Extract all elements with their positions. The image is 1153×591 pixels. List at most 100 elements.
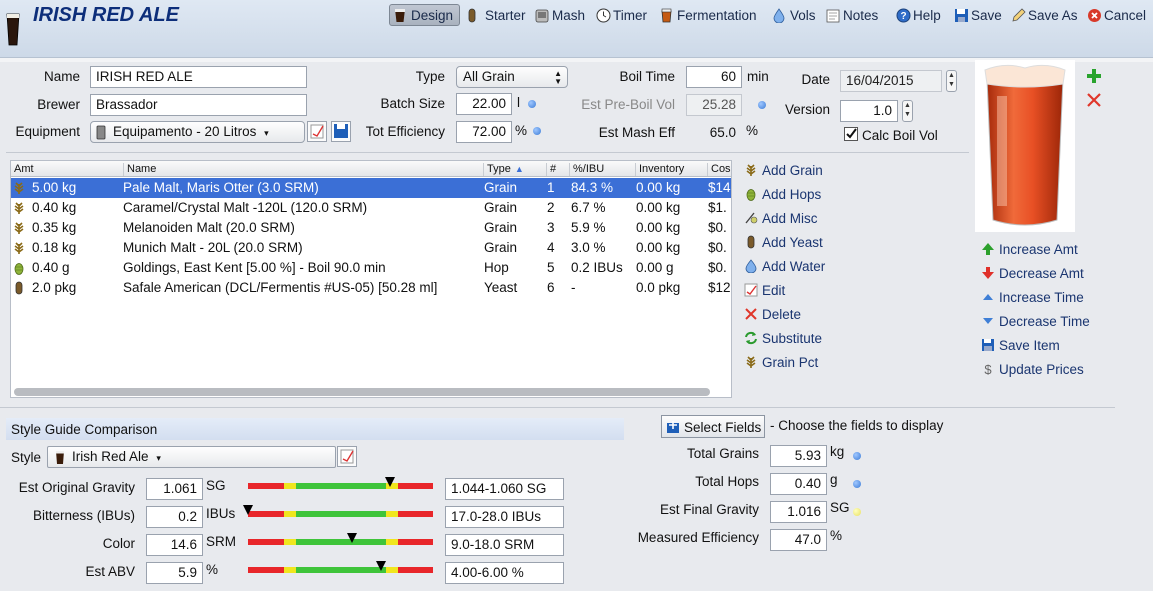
save-icon — [954, 8, 968, 23]
date-stepper[interactable]: ▲ ▼ — [946, 70, 957, 92]
row-inventory: 0.00 kg — [636, 220, 681, 235]
save-icon — [981, 338, 995, 352]
date-label: Date — [801, 72, 830, 87]
row-cost: $12 — [708, 280, 731, 295]
edit-action[interactable]: Edit — [744, 283, 785, 298]
arrow-up-icon — [981, 242, 995, 256]
add-misc-action[interactable]: Add Misc — [744, 211, 818, 226]
boil-time-field[interactable]: 60 — [686, 66, 742, 88]
edit-style-button[interactable] — [337, 446, 357, 467]
table-row[interactable]: 2.0 pkg Safale American (DCL/Fermentis #U… — [11, 278, 731, 298]
add-hops-action[interactable]: Add Hops — [744, 187, 821, 202]
gauge-low-segment — [248, 511, 284, 517]
pint-glass-icon — [56, 451, 64, 464]
decrease-time-action[interactable]: Decrease Time — [981, 314, 1090, 329]
starter-label: Starter — [485, 7, 526, 23]
col-pct-ibu[interactable]: %/IBU — [569, 163, 604, 176]
table-row[interactable]: 0.35 kg Melanoiden Malt (20.0 SRM) Grain 3 5… — [11, 218, 731, 238]
delete-icon — [744, 307, 758, 321]
row-amount: 0.18 kg — [32, 240, 77, 255]
starter-button[interactable]: Starter — [468, 4, 526, 26]
col-cost[interactable]: Cos — [707, 163, 731, 176]
style-select[interactable]: Irish Red Ale ▾ — [47, 446, 336, 468]
triangle-up-icon — [981, 290, 995, 304]
gauge-low-segment — [248, 567, 284, 573]
edit-equipment-button[interactable] — [307, 121, 327, 142]
version-stepper[interactable]: ▲ ▼ — [902, 100, 913, 122]
efficiency-label: Tot Efficiency — [365, 124, 445, 139]
grain-pct-action[interactable]: Grain Pct — [744, 355, 818, 370]
beer-glass-icon — [984, 64, 1066, 226]
gauge-high-segment — [398, 511, 433, 517]
equipment-select[interactable]: Equipamento - 20 Litros ▾ — [90, 121, 305, 143]
name-field[interactable]: IRISH RED ALE — [90, 66, 307, 88]
type-select[interactable]: All Grain ▲ ▼ — [456, 66, 568, 88]
batch-size-field[interactable]: 22.00 — [456, 93, 512, 115]
increase-amt-action[interactable]: Increase Amt — [981, 242, 1078, 257]
update-prices-action[interactable]: $ Update Prices — [981, 362, 1083, 377]
select-fields-button[interactable]: Select Fields — [661, 415, 765, 438]
action-label: Add Water — [762, 259, 826, 274]
svg-text:?: ? — [900, 11, 906, 22]
brewer-field[interactable]: Brassador — [90, 94, 307, 116]
misc-icon — [744, 211, 758, 225]
style-row-value: 1.061 — [146, 478, 203, 500]
col-inventory[interactable]: Inventory — [635, 163, 684, 176]
action-label: Grain Pct — [762, 355, 819, 370]
increase-time-action[interactable]: Increase Time — [981, 290, 1084, 305]
col-amt[interactable]: Amt — [11, 163, 34, 176]
equipment-label: Equipment — [15, 124, 80, 139]
col-name[interactable]: Name — [123, 163, 156, 176]
gauge-low-segment — [248, 483, 284, 489]
info-dot-icon — [533, 127, 541, 135]
version-field[interactable]: 1.0 — [840, 100, 898, 122]
action-label: Add Yeast — [762, 235, 823, 250]
add-water-action[interactable]: Add Water — [744, 259, 825, 274]
row-type: Hop — [484, 260, 509, 275]
fermentation-button[interactable]: Fermentation — [660, 4, 757, 26]
table-row[interactable]: 5.00 kg Pale Malt, Maris Otter (3.0 SRM) G… — [11, 178, 731, 198]
save-item-action[interactable]: Save Item — [981, 338, 1060, 353]
substitute-action[interactable]: Substitute — [744, 331, 822, 346]
table-row[interactable]: 0.40 g Goldings, East Kent [5.00 %] - Boi… — [11, 258, 731, 278]
col-type[interactable]: Type ▲ — [483, 163, 524, 176]
add-grain-action[interactable]: Add Grain — [744, 163, 823, 178]
decrease-amt-action[interactable]: Decrease Amt — [981, 266, 1084, 281]
summary-label: Total Grains — [686, 446, 759, 461]
mash-eff-label: Est Mash Eff — [598, 125, 675, 140]
row-number: 1 — [547, 180, 555, 195]
cancel-button[interactable]: Cancel — [1087, 4, 1146, 26]
delete-action[interactable]: Delete — [744, 307, 801, 322]
add-yeast-action[interactable]: Add Yeast — [744, 235, 823, 250]
horizontal-scrollbar[interactable] — [14, 388, 710, 396]
table-row[interactable]: 0.18 kg Munich Malt - 20L (20.0 SRM) Grain… — [11, 238, 731, 258]
help-button[interactable]: ? Help — [896, 4, 941, 26]
style-range-gauge — [248, 533, 433, 545]
help-label: Help — [913, 7, 941, 23]
date-field[interactable]: 16/04/2015 — [840, 70, 942, 92]
add-plus-icon[interactable] — [1086, 68, 1102, 84]
gauge-marker — [243, 505, 253, 515]
calc-boil-checkbox[interactable] — [844, 127, 858, 141]
design-tab-label: Design — [411, 7, 454, 23]
row-type: Grain — [484, 240, 518, 255]
style-row-unit: % — [206, 562, 219, 577]
row-inventory: 0.0 pkg — [636, 280, 681, 295]
efficiency-field[interactable]: 72.00 — [456, 121, 512, 143]
triangle-down-icon: ▼ — [948, 81, 955, 88]
table-header: Amt Name Type ▲ # %/IBU Inventory Cos — [11, 161, 731, 177]
vols-button[interactable]: Vols — [773, 4, 816, 26]
save-as-button[interactable]: Save As — [1011, 4, 1078, 26]
table-row[interactable]: 0.40 kg Caramel/Crystal Malt -120L (120.0… — [11, 198, 731, 218]
mash-button[interactable]: Mash — [535, 4, 585, 26]
timer-button[interactable]: Timer — [596, 4, 647, 26]
row-number: 5 — [547, 260, 555, 275]
summary-unit: kg — [830, 444, 845, 459]
notes-button[interactable]: Notes — [826, 4, 878, 26]
design-tab-button[interactable]: Design — [389, 4, 460, 26]
col-number[interactable]: # — [546, 163, 556, 176]
remove-x-icon[interactable] — [1086, 92, 1102, 108]
save-button[interactable]: Save — [954, 4, 1002, 26]
ingredients-table[interactable]: Amt Name Type ▲ # %/IBU Inventory Cos 5.0… — [10, 160, 732, 398]
boil-time-label: Boil Time — [619, 69, 675, 84]
